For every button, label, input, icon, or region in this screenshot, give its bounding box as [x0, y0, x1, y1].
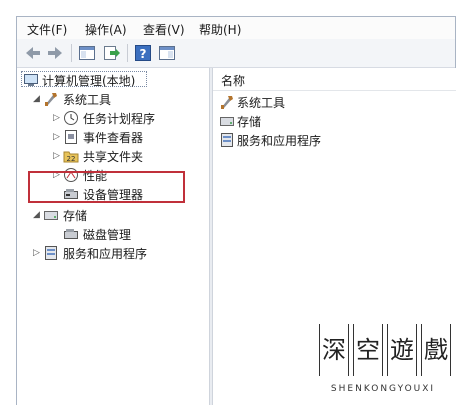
tree-item-event-viewer[interactable]: ▷ 事件查看器: [17, 128, 207, 146]
watermark-char: 深: [319, 324, 349, 376]
tools-icon: [43, 91, 59, 107]
menu-view[interactable]: 查看(V): [143, 21, 185, 38]
tree-label: 计算机管理(本地): [42, 74, 136, 88]
show-tree-icon[interactable]: [77, 43, 97, 63]
tree-item-computer-management[interactable]: 计算机管理(本地): [17, 71, 207, 89]
expand-triangle-icon[interactable]: ▷: [53, 133, 61, 142]
export-list-icon[interactable]: [101, 43, 121, 63]
tools-icon: [219, 94, 235, 110]
shared-folder-icon: 22: [63, 148, 79, 164]
expand-triangle-icon[interactable]: ▷: [33, 249, 41, 258]
tree-label: 服务和应用程序: [63, 247, 148, 261]
toolbar-separator: [71, 44, 72, 62]
collapse-triangle-icon[interactable]: ◢: [33, 95, 41, 104]
tree-item-system-tools[interactable]: ◢ 系统工具: [17, 90, 207, 108]
tree-item-storage[interactable]: ◢ 存储: [17, 206, 207, 224]
list-item[interactable]: 存储: [217, 112, 447, 130]
properties-icon[interactable]: [157, 43, 177, 63]
menu-bar: 文件(F) 操作(A) 查看(V) 帮助(H): [17, 17, 455, 40]
tree-label: 磁盘管理: [83, 228, 132, 242]
computer-icon: [23, 72, 39, 88]
menu-help[interactable]: 帮助(H): [199, 21, 241, 38]
column-header-name[interactable]: 名称: [213, 68, 456, 91]
list-item[interactable]: 服务和应用程序: [217, 131, 447, 149]
console-tree: 计算机管理(本地) ◢ 系统工具 ▷ 任务计划程序 ▷ 事件查看器 ▷ 22 共…: [17, 68, 209, 405]
watermark-char: 遊: [387, 324, 417, 376]
event-viewer-icon: [63, 129, 79, 145]
storage-icon: [219, 113, 235, 129]
watermark-char: 空: [353, 324, 383, 376]
disk-management-icon: [63, 226, 79, 242]
tree-item-task-scheduler[interactable]: ▷ 任务计划程序: [17, 109, 207, 127]
highlight-annotation-box: [28, 171, 185, 203]
expand-triangle-icon[interactable]: ▷: [53, 152, 61, 161]
expand-triangle-icon[interactable]: ▷: [53, 114, 61, 123]
tree-label: 任务计划程序: [83, 112, 156, 126]
watermark-logo: 深 空 遊 戲 SHENKONGYOUXI: [313, 320, 453, 412]
tree-label: 系统工具: [63, 93, 112, 107]
services-icon: [43, 245, 59, 261]
column-header-label: 名称: [221, 74, 246, 88]
list-item-label: 系统工具: [237, 96, 286, 110]
toolbar: ?: [17, 39, 455, 68]
tree-label: 共享文件夹: [83, 150, 144, 164]
toolbar-separator: [127, 44, 128, 62]
clock-icon: [63, 110, 79, 126]
back-arrow-icon[interactable]: [23, 43, 43, 63]
list-item[interactable]: 系统工具: [217, 93, 447, 111]
list-item-label: 服务和应用程序: [237, 134, 322, 148]
services-icon: [219, 132, 235, 148]
watermark-subtitle: SHENKONGYOUXI: [330, 384, 436, 394]
svg-text:?: ?: [140, 47, 147, 61]
tree-label: 事件查看器: [83, 131, 144, 145]
list-item-label: 存储: [237, 115, 262, 129]
menu-file[interactable]: 文件(F): [27, 21, 67, 38]
forward-arrow-icon[interactable]: [45, 43, 65, 63]
tree-item-services-applications[interactable]: ▷ 服务和应用程序: [17, 244, 207, 262]
svg-text:22: 22: [67, 155, 76, 163]
tree-item-shared-folders[interactable]: ▷ 22 共享文件夹: [17, 147, 207, 165]
tree-item-disk-management[interactable]: 磁盘管理: [17, 225, 207, 243]
collapse-triangle-icon[interactable]: ◢: [33, 211, 41, 220]
watermark-char: 戲: [421, 324, 451, 376]
help-icon[interactable]: ?: [133, 43, 153, 63]
menu-action[interactable]: 操作(A): [85, 21, 127, 38]
storage-icon: [43, 207, 59, 223]
tree-label: 存储: [63, 209, 88, 223]
